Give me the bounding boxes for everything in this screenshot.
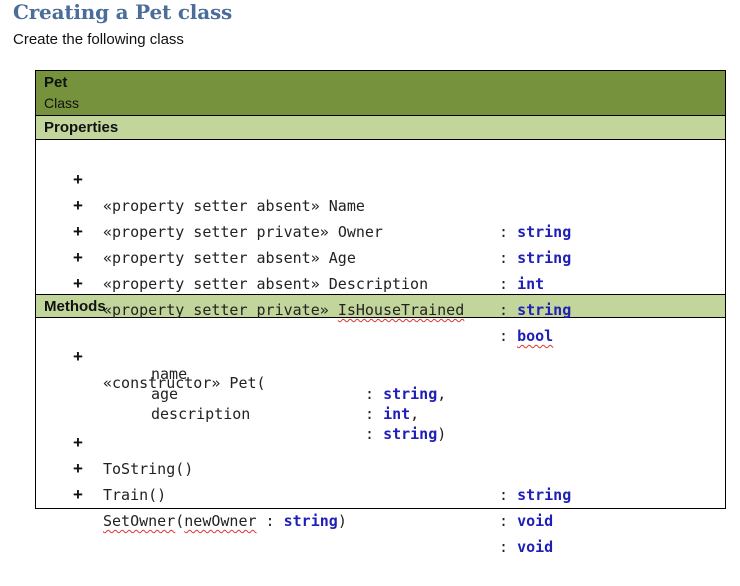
page-heading: Creating a Pet class [13,0,233,24]
property-row: + «property setter absent» Description :… [36,219,725,319]
property-type: int [517,275,545,293]
method-return-type: void [517,538,554,556]
property-name: IsHouseTrained [337,301,465,319]
constructor-param: description : string) [151,405,447,443]
property-stereotype: «property setter private» [103,301,329,319]
method-return-type: string [517,486,572,504]
page-subtitle: Create the following class [13,31,184,48]
methods-list: + «constructor» Pet( name : string, age … [36,318,725,556]
visibility-public: + [73,274,83,293]
property-row: + «property setter absent» Name : string [36,141,725,241]
property-type: string [517,301,572,319]
method-param-type: string [283,512,338,530]
class-header: Pet Class [36,71,725,116]
constructor-row: + «constructor» Pet( [36,318,725,392]
method-return-type: void [517,512,554,530]
properties-header: Properties [36,116,725,140]
method-row: + Train() : void [36,430,725,530]
properties-list: + «property setter absent» Name : string… [36,140,725,345]
constructor-param: name : string, [151,365,447,403]
method-param-name: newOwner [184,512,257,530]
method-row: + ToString() : string [36,404,725,504]
property-name: Description [328,275,429,293]
property-row: + «property setter absent» Age : int [36,193,725,293]
class-kind: Class [44,95,80,111]
property-stereotype: «property setter absent» [103,275,320,293]
method-row: + SetOwner(newOwner : string) : void [36,456,725,556]
method-name: SetOwner [103,512,176,530]
visibility-public: + [73,485,83,504]
constructor-param: age : int, [151,385,420,423]
method-name: Train() [103,486,167,504]
uml-class-diagram: Pet Class Properties + «property setter … [35,70,726,556]
property-row: + «property setter private» IsHouseTrain… [36,245,725,345]
property-row: + «property setter private» Owner : stri… [36,167,725,267]
class-name: Pet [44,74,68,91]
